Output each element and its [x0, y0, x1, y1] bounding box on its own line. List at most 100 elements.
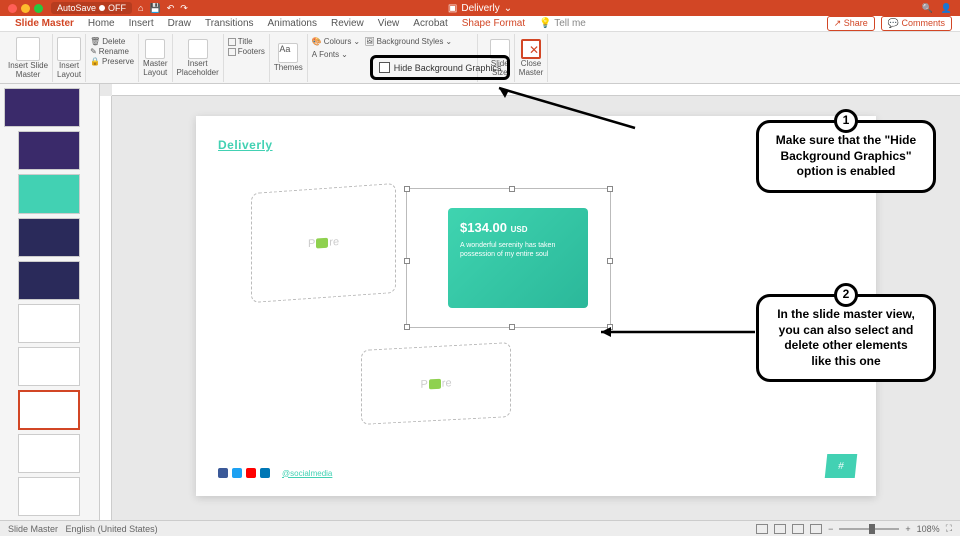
tab-review[interactable]: Review — [324, 16, 371, 31]
user-icon[interactable]: 👤 — [941, 3, 952, 14]
undo-icon[interactable]: ↶ — [167, 3, 175, 14]
fit-to-window-icon[interactable]: ⛶ — [946, 523, 952, 534]
image-icon — [429, 378, 441, 389]
annotation-callout: 2 In the slide master view, you can also… — [756, 294, 936, 382]
slide-thumbnails-panel[interactable] — [0, 84, 100, 520]
language-label[interactable]: English (United States) — [66, 524, 158, 534]
tab-animations[interactable]: Animations — [261, 16, 324, 31]
themes-button[interactable]: Aa Themes — [274, 43, 303, 73]
master-layout-icon — [145, 39, 165, 59]
tab-slide-master[interactable]: Slide Master — [8, 16, 81, 31]
twitter-icon[interactable] — [232, 468, 242, 478]
layout-thumbnail[interactable] — [18, 218, 80, 257]
layout-thumbnail-selected[interactable] — [18, 390, 80, 429]
zoom-slider[interactable] — [839, 528, 899, 530]
preserve-button[interactable]: 🔒 Preserve — [90, 57, 134, 66]
slideshow-view-icon[interactable] — [810, 524, 822, 534]
tell-me-search[interactable]: 💡 Tell me — [532, 16, 593, 31]
button-label: Insert Slide Master — [8, 62, 48, 80]
tab-insert[interactable]: Insert — [122, 16, 161, 31]
close-icon — [521, 39, 541, 59]
layout-thumbnail[interactable] — [18, 434, 80, 473]
title-checkbox[interactable]: Title — [228, 37, 253, 46]
placeholder-icon — [188, 39, 208, 59]
footers-checkbox[interactable]: Footers — [228, 47, 265, 56]
layout-thumbnail[interactable] — [18, 477, 80, 516]
picture-placeholder[interactable]: Pre — [361, 342, 511, 425]
zoom-in-button[interactable]: + — [905, 524, 910, 534]
facebook-icon[interactable] — [218, 468, 228, 478]
view-mode-label: Slide Master — [8, 524, 58, 534]
master-thumbnail[interactable] — [4, 88, 80, 127]
social-row: @socialmedia — [218, 468, 332, 478]
insert-slide-master-button[interactable]: Insert Slide Master — [8, 37, 48, 80]
autosave-toggle[interactable]: AutoSave OFF — [51, 2, 132, 14]
themes-icon: Aa — [278, 43, 298, 63]
hide-background-graphics-checkbox[interactable]: Hide Background Graphics — [370, 55, 511, 80]
ribbon: Insert Slide Master Insert Layout 🗑 Dele… — [0, 32, 960, 84]
document-name: Deliverly — [461, 3, 499, 14]
autosave-label: AutoSave — [57, 3, 96, 13]
colours-dropdown[interactable]: 🎨 Colours ⌄ 🖼 Background Styles ⌄ — [312, 37, 452, 46]
toggle-off-icon — [99, 5, 105, 11]
title-bar: AutoSave OFF ⌂ 💾 ↶ ↷ ▣ Deliverly ⌄ 🔍 👤 — [0, 0, 960, 16]
normal-view-icon[interactable] — [756, 524, 768, 534]
callout-text: In the slide master view, you can also s… — [777, 307, 915, 368]
home-icon[interactable]: ⌂ — [138, 3, 143, 14]
callout-number: 2 — [834, 283, 858, 307]
comments-button[interactable]: 💬 Comments — [881, 16, 952, 31]
button-label: Themes — [274, 64, 303, 73]
chevron-down-icon[interactable]: ⌄ — [504, 3, 512, 14]
tab-view[interactable]: View — [371, 16, 407, 31]
image-icon — [316, 238, 328, 249]
checkbox-label: Hide Background Graphics — [394, 63, 502, 73]
master-layout-button[interactable]: Master Layout — [143, 39, 167, 78]
button-label: Insert Placeholder — [177, 60, 219, 78]
close-window-button[interactable] — [8, 4, 17, 13]
layout-icon — [57, 37, 81, 61]
slide-master-icon — [16, 37, 40, 61]
picture-placeholder[interactable]: Pre — [251, 183, 396, 303]
delete-button[interactable]: 🗑 Delete — [90, 37, 125, 46]
annotation-arrow — [497, 86, 637, 146]
price-card[interactable]: $134.00 USD A wonderful serenity has tak… — [448, 208, 588, 308]
layout-thumbnail[interactable] — [18, 174, 80, 213]
fonts-dropdown[interactable]: A Fonts ⌄ — [312, 50, 348, 59]
insert-placeholder-button[interactable]: Insert Placeholder — [177, 39, 219, 78]
button-label: Close Master — [519, 60, 543, 78]
rename-button[interactable]: ✎ Rename — [90, 47, 129, 56]
layout-thumbnail[interactable] — [18, 347, 80, 386]
document-title: ▣ Deliverly ⌄ — [448, 3, 512, 14]
checkbox-icon — [379, 62, 390, 73]
reading-view-icon[interactable] — [792, 524, 804, 534]
save-icon[interactable]: 💾 — [149, 3, 160, 14]
layout-thumbnail[interactable] — [18, 304, 80, 343]
layout-thumbnail[interactable] — [18, 131, 80, 170]
vertical-ruler — [100, 96, 112, 520]
window-controls — [8, 4, 43, 13]
tab-home[interactable]: Home — [81, 16, 122, 31]
price-description: A wonderful serenity has taken possessio… — [460, 241, 576, 259]
close-master-button[interactable]: Close Master — [519, 39, 543, 78]
tab-acrobat[interactable]: Acrobat — [406, 16, 454, 31]
layout-thumbnail[interactable] — [18, 261, 80, 300]
sorter-view-icon[interactable] — [774, 524, 786, 534]
brand-logo: Deliverly — [218, 138, 273, 152]
zoom-level[interactable]: 108% — [917, 524, 940, 534]
tab-draw[interactable]: Draw — [161, 16, 198, 31]
share-button[interactable]: ↗ Share — [827, 16, 875, 31]
maximize-window-button[interactable] — [34, 4, 43, 13]
hashtag-badge: # — [825, 454, 858, 478]
search-icon[interactable]: 🔍 — [922, 3, 933, 14]
insert-layout-button[interactable]: Insert Layout — [57, 37, 81, 80]
zoom-out-button[interactable]: − — [828, 524, 833, 534]
linkedin-icon[interactable] — [260, 468, 270, 478]
tab-shape-format[interactable]: Shape Format — [455, 16, 532, 31]
youtube-icon[interactable] — [246, 468, 256, 478]
tab-transitions[interactable]: Transitions — [198, 16, 261, 31]
button-label: Insert Layout — [57, 62, 81, 80]
redo-icon[interactable]: ↷ — [180, 3, 188, 14]
callout-text: Make sure that the "Hide Background Grap… — [776, 133, 916, 178]
minimize-window-button[interactable] — [21, 4, 30, 13]
annotation-arrow — [597, 318, 757, 348]
